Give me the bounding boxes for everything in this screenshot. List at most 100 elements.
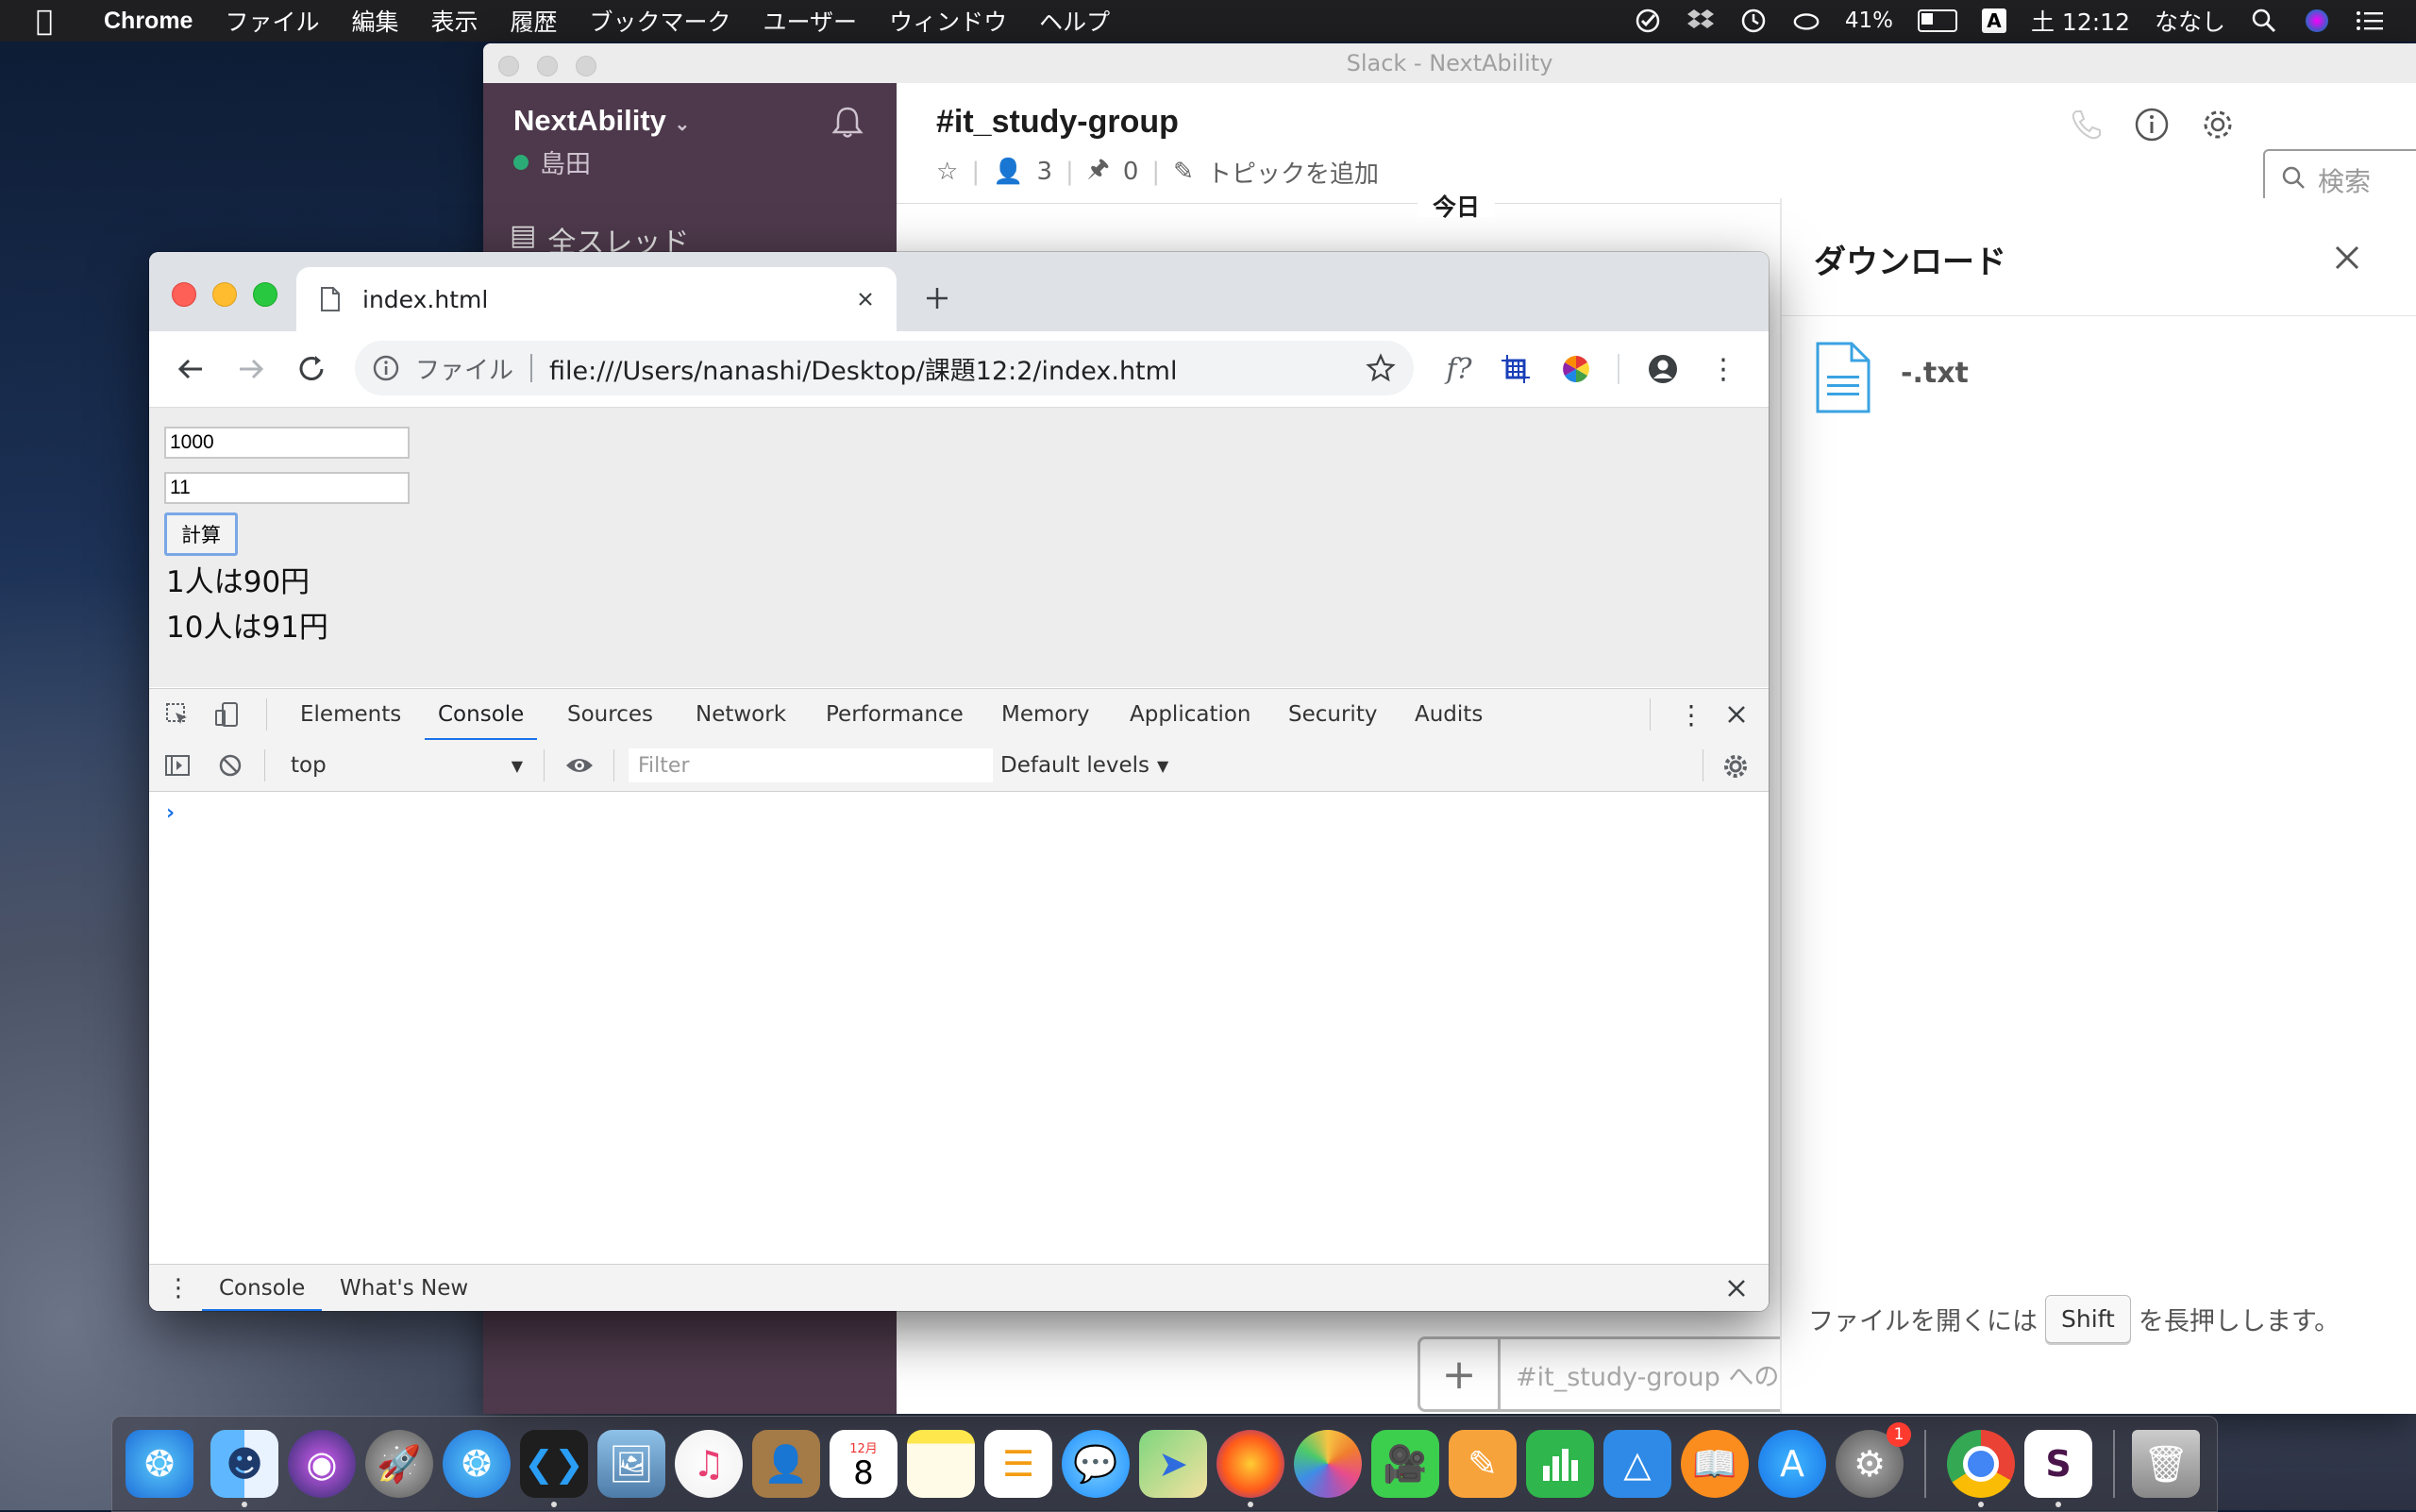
tab-performance[interactable]: Performance [826,689,964,740]
finder-icon[interactable]: ☻ [210,1430,278,1498]
calendar-icon[interactable]: 12月 8 [830,1430,898,1498]
inspect-element-icon[interactable] [164,701,191,728]
tab-elements[interactable]: Elements [300,689,401,740]
close-window-button[interactable] [172,282,196,307]
dropbox-icon[interactable] [1686,7,1715,35]
reload-icon[interactable] [293,350,330,388]
app-store-icon[interactable]: A [1758,1430,1826,1498]
bell-icon[interactable] [829,104,866,142]
drawer-close-icon[interactable] [1723,1275,1750,1302]
notes-icon[interactable] [907,1430,975,1498]
people-field[interactable] [164,472,410,504]
new-tab-plus-icon[interactable] [921,282,953,314]
chrome-menu-icon[interactable]: ⋮ [1706,352,1740,386]
user-name[interactable]: ななし [2155,4,2225,38]
channel-name[interactable]: #it_study-group [936,104,1179,141]
members-icon[interactable]: 👤 [993,158,1023,186]
creative-cloud-icon[interactable] [1792,7,1820,35]
tab-network[interactable]: Network [696,689,786,740]
tab-index-html[interactable]: index.html [296,267,897,331]
members-count[interactable]: 3 [1036,158,1052,186]
star-icon[interactable]: ☆ [936,158,958,186]
firefox-icon[interactable] [1216,1430,1284,1498]
time-machine-icon[interactable] [1739,7,1768,35]
battery-icon[interactable] [1917,9,1957,32]
tab-memory[interactable]: Memory [1001,689,1090,740]
keynote-icon[interactable]: △ [1603,1430,1671,1498]
menu-history[interactable]: 履歴 [511,4,558,38]
menu-help[interactable]: ヘルプ [1039,4,1110,38]
slack-close-button[interactable] [498,56,519,76]
chrome-icon[interactable] [1947,1430,2015,1498]
trash-icon[interactable]: 🗑 [2132,1430,2200,1498]
tab-security[interactable]: Security [1288,689,1377,740]
photos-icon[interactable] [1294,1430,1362,1498]
formula-extension-icon[interactable]: f? [1442,352,1476,386]
eye-icon[interactable] [564,752,593,779]
preview-icon[interactable]: 🖼 [597,1430,665,1498]
console-settings-gear-icon[interactable] [1721,752,1748,779]
drawer-tab-console[interactable]: Console [201,1265,323,1311]
attach-plus-icon[interactable]: + [1420,1339,1501,1409]
add-topic-link[interactable]: トピックを追加 [1207,155,1379,190]
minimize-window-button[interactable] [212,282,237,307]
clock[interactable]: 土 12:12 [2031,4,2130,38]
info-icon[interactable] [2133,106,2171,143]
clear-console-icon[interactable] [217,752,243,779]
url-text[interactable]: file:///Users/nanashi/Desktop/課題12:2/ind… [549,350,1365,387]
download-item[interactable]: -.txt [1814,340,1969,419]
notification-center-icon[interactable] [2356,7,2384,35]
menu-bookmarks[interactable]: ブックマーク [590,4,731,38]
pages-icon[interactable]: ✎ [1449,1430,1517,1498]
sidebar-toggle-icon[interactable] [164,752,191,779]
menu-window[interactable]: ウィンドウ [889,4,1007,38]
slack-title-bar[interactable]: Slack - NextAbility [483,43,2416,84]
system-preferences-gear-icon[interactable]: ⚙ 1 [1836,1422,1911,1498]
device-toolbar-icon[interactable] [213,701,240,728]
siri-icon[interactable]: ◉ [288,1430,356,1498]
info-icon[interactable] [372,354,400,382]
profile-avatar-icon[interactable] [1646,352,1680,386]
vscode-icon[interactable]: ❮❯ [520,1430,588,1498]
tab-sources[interactable]: Sources [567,689,653,740]
address-bar[interactable]: ファイル file:///Users/nanashi/Desktop/課題12:… [355,341,1414,395]
menu-view[interactable]: 表示 [431,4,478,38]
reminders-icon[interactable]: ☰ [984,1430,1052,1498]
contacts-icon[interactable]: 👤 [752,1430,820,1498]
siri-icon[interactable] [2303,7,2331,35]
maps-icon[interactable]: ➤ [1139,1430,1207,1498]
filter-input[interactable]: Filter [629,748,993,782]
slack-zoom-button[interactable] [576,56,596,76]
numbers-icon[interactable] [1526,1430,1594,1498]
facetime-icon[interactable]: 🎥 [1371,1430,1439,1498]
devtools-close-icon[interactable] [1723,701,1750,728]
log-levels-dropdown[interactable]: Default levels ▼ [1000,740,1168,791]
menu-people[interactable]: ユーザー [763,4,858,38]
tab-audits[interactable]: Audits [1415,689,1483,740]
crop-extension-icon[interactable] [1499,352,1533,386]
bookmark-star-icon[interactable] [1365,352,1397,384]
tab-application[interactable]: Application [1130,689,1251,740]
safari-icon[interactable]: ❂ [126,1430,193,1498]
menu-edit[interactable]: 編集 [351,4,398,38]
launchpad-rocket-icon[interactable]: 🚀 [365,1430,433,1498]
itunes-icon[interactable]: ♫ [675,1430,743,1498]
gear-icon[interactable] [2199,106,2237,143]
apple-menu-icon[interactable]:  [36,5,74,38]
tab-close-icon[interactable] [853,287,878,311]
menu-file[interactable]: ファイル [225,4,319,38]
color-picker-extension-icon[interactable] [1559,352,1593,386]
checkmark-icon[interactable] [1634,7,1662,35]
drawer-tab-whats-new[interactable]: What's New [340,1265,468,1311]
devtools-more-icon[interactable]: ⋮ [1678,689,1704,740]
zoom-window-button[interactable] [253,282,277,307]
context-select[interactable]: top ▼ [285,740,532,791]
close-icon[interactable] [2331,242,2363,274]
pins-count[interactable]: 0 [1123,158,1139,186]
safari-compass-icon[interactable]: ❂ [443,1430,511,1498]
back-arrow-icon[interactable] [172,350,210,388]
input-mode-indicator[interactable]: A [1981,8,2006,33]
calculate-button[interactable]: 計算 [164,512,238,556]
drawer-menu-icon[interactable]: ⋮ [166,1265,191,1311]
phone-icon[interactable] [2067,106,2105,143]
